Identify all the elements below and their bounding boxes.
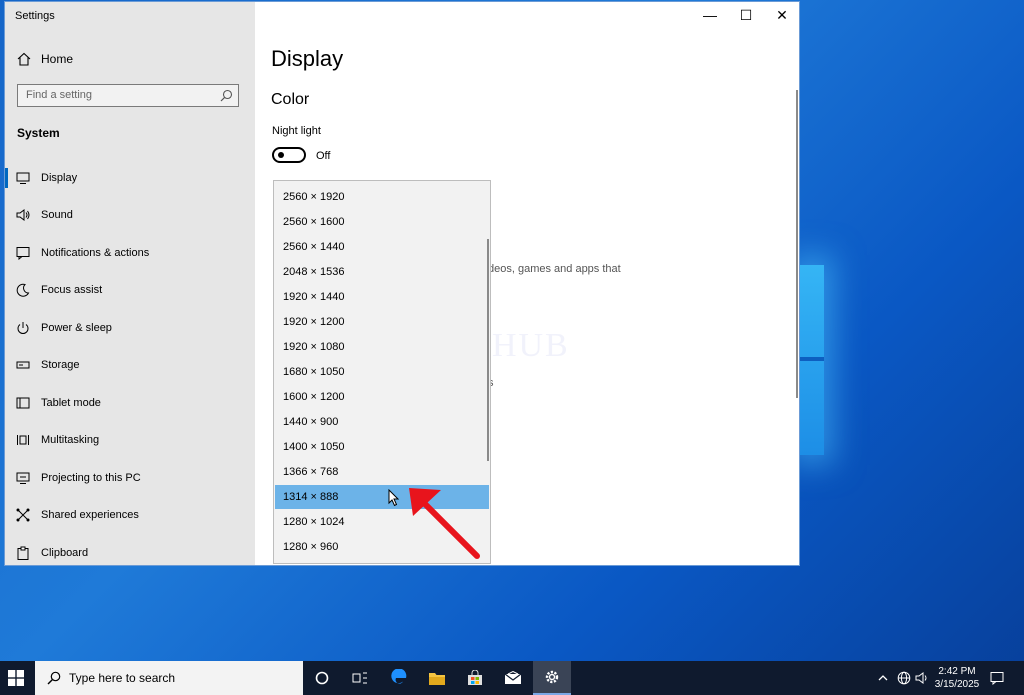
clock-date: 3/15/2025 [934,679,980,690]
sidebar-item-label: Projecting to this PC [41,472,141,484]
resolution-option[interactable]: 1440 × 900 [275,410,489,434]
maximize-button[interactable]: ☐ [731,7,761,24]
page-title: Display [271,46,344,71]
app-title: Settings [15,10,55,22]
sidebar-item-label: Power & sleep [41,322,112,334]
night-light-toggle[interactable] [272,147,306,163]
show-hidden-icons-chevron-up-icon[interactable] [878,661,888,695]
night-light-state: Off [316,150,331,162]
sidebar-item-power-sleep[interactable]: Power & sleep [15,316,245,340]
sidebar-item-tablet-mode[interactable]: Tablet mode [15,391,245,415]
mouse-cursor-icon [388,489,400,507]
close-button[interactable]: ✕ [767,7,797,24]
power-icon [15,320,31,336]
search-icon [47,671,61,685]
sidebar-item-label: Clipboard [41,547,89,559]
resolution-option[interactable]: 1366 × 768 [275,460,489,484]
minimize-button[interactable]: — [695,7,725,23]
section-system: System [17,126,60,140]
sidebar-item-focus-assist[interactable]: Focus assist [15,278,245,302]
sidebar-item-label: Tablet mode [41,397,101,409]
edge-browser-icon[interactable] [380,661,418,695]
night-light-label: Night light [272,125,321,137]
network-globe-icon[interactable] [897,661,911,695]
tablet-icon [15,395,31,411]
clock-time: 2:42 PM [938,666,976,677]
projector-icon [15,470,31,486]
active-indicator [5,168,8,188]
windows-start-icon[interactable] [8,670,24,686]
search-placeholder: Find a setting [26,89,93,101]
sidebar-item-label: Sound [41,209,73,221]
sidebar-item-storage[interactable]: Storage [15,353,245,377]
storage-icon [15,357,31,373]
resolution-option[interactable]: 2560 × 1920 [275,185,489,209]
home-icon [17,52,31,66]
window-scrollbar[interactable] [796,90,798,398]
sidebar-item-label: Storage [41,359,80,371]
sidebar-item-label: Display [41,172,78,184]
resolution-option[interactable]: 1600 × 1200 [275,385,489,409]
microsoft-store-icon[interactable] [456,661,494,695]
moon-icon [15,282,31,298]
resolution-option[interactable]: 2560 × 1440 [275,235,489,259]
annotation-arrow-icon [409,488,480,559]
sidebar-item-notifications[interactable]: Notifications & actions [15,241,245,265]
resolution-option[interactable]: 2560 × 1600 [275,210,489,234]
file-explorer-icon[interactable] [418,661,456,695]
system-clock[interactable]: 2:42 PM 3/15/2025 [930,665,984,691]
toggle-knob [278,152,284,158]
volume-speaker-icon[interactable] [915,661,929,695]
resolution-option[interactable]: 1680 × 1050 [275,360,489,384]
sidebar-item-clipboard[interactable]: Clipboard [15,541,245,565]
sidebar-item-label: Notifications & actions [41,247,150,259]
task-view-icon[interactable] [341,661,379,695]
resolution-option[interactable]: 1920 × 1200 [275,310,489,334]
resolution-option[interactable]: 1920 × 1080 [275,335,489,359]
speaker-icon [15,207,31,223]
sidebar-item-display[interactable]: Display [15,166,245,190]
multitasking-icon [15,432,31,448]
resolution-option[interactable]: 1920 × 1440 [275,285,489,309]
resolution-option[interactable]: 2048 × 1536 [275,260,489,284]
sidebar-item-projecting[interactable]: Projecting to this PC [15,466,245,490]
find-setting-input[interactable]: Find a setting [17,84,239,107]
settings-taskbar-icon[interactable] [533,661,571,695]
resolution-option[interactable]: 1400 × 1050 [275,435,489,459]
taskbar-search-placeholder: Type here to search [69,671,176,685]
cortana-icon[interactable] [303,661,341,695]
sidebar-item-label: Multitasking [41,434,100,446]
share-icon [15,507,31,523]
sidebar-item-label: Focus assist [41,284,103,296]
sidebar-item-shared-experiences[interactable]: Shared experiences [15,503,245,527]
home-label: Home [41,52,74,66]
background-description-text: deos, games and apps that [488,263,621,275]
action-center-notification-icon[interactable] [990,661,1004,695]
settings-window: Settings Home Find a setting System Disp… [4,1,800,566]
home-link[interactable]: Home [17,52,73,66]
desktop-logo-gap [800,357,824,361]
taskbar-search-box[interactable]: Type here to search [35,661,303,695]
taskbar: Type here to search 2:42 PM 3/15/2025 [0,661,1024,695]
sidebar-item-multitasking[interactable]: Multitasking [15,428,245,452]
sidebar-item-sound[interactable]: Sound [15,203,245,227]
search-icon [220,89,233,102]
dropdown-scrollbar[interactable] [487,239,489,461]
sidebar: Settings Home Find a setting System Disp… [5,2,255,565]
mail-icon[interactable] [494,661,532,695]
section-title-color: Color [271,91,310,108]
sidebar-item-label: Shared experiences [41,509,139,521]
notification-icon [15,245,31,261]
monitor-icon [15,170,31,186]
clipboard-icon [15,545,31,561]
